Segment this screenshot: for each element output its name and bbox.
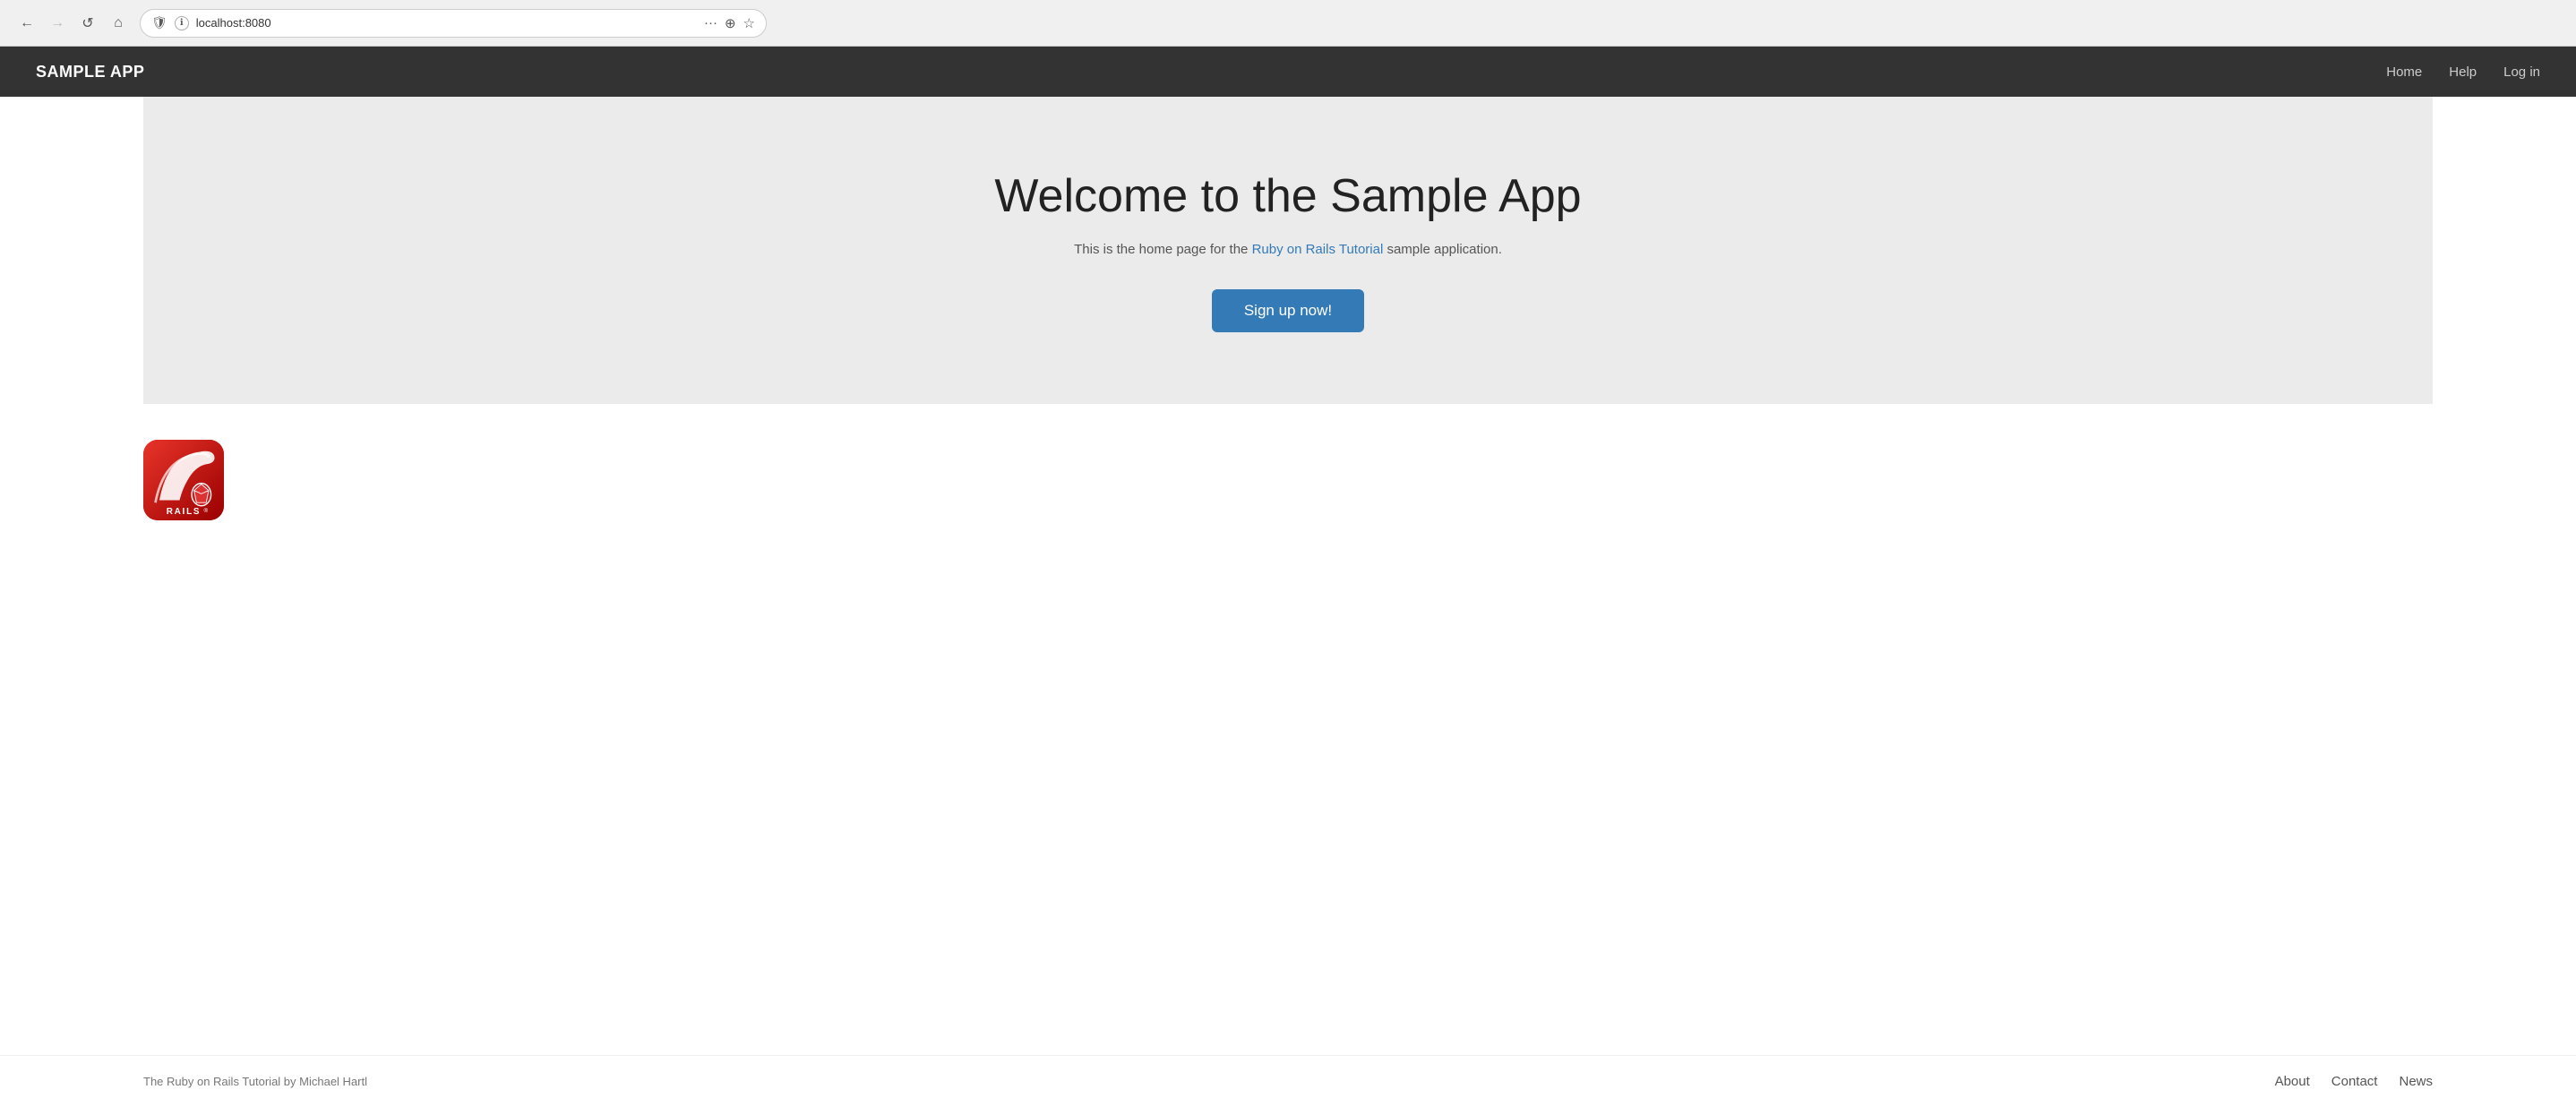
nav-home[interactable]: Home [2386,64,2422,80]
hero-subtitle-after: sample application. [1383,242,1502,257]
shield-icon: 🛡 [151,15,167,30]
home-button[interactable]: ⌂ [106,11,131,36]
content-area: RAILS ® [0,404,2576,1055]
svg-text:RAILS: RAILS [167,507,202,517]
info-icon: ℹ [175,16,189,30]
app-nav-links: Home Help Log in [2386,64,2540,80]
hero-subtitle-before: This is the home page for the [1074,242,1251,257]
app-brand[interactable]: SAMPLE APP [36,63,144,82]
footer: The Ruby on Rails Tutorial by Michael Ha… [0,1055,2576,1107]
footer-about[interactable]: About [2275,1074,2310,1089]
hero-section: Welcome to the Sample App This is the ho… [143,97,2433,404]
address-actions: ··· ⊕ ☆ [704,15,755,31]
back-button[interactable]: ← [14,11,39,36]
footer-contact[interactable]: Contact [2331,1074,2378,1089]
url-text: localhost:8080 [196,16,697,30]
footer-author-link[interactable]: Michael Hartl [299,1075,367,1088]
reload-button[interactable]: ↺ [75,11,100,36]
nav-login[interactable]: Log in [2503,64,2540,80]
browser-nav-buttons: ← → ↺ ⌂ [14,11,131,36]
footer-text-before: The Ruby on Rails Tutorial by [143,1075,299,1088]
footer-links: About Contact News [2275,1074,2433,1089]
footer-news[interactable]: News [2399,1074,2433,1089]
app-navbar: SAMPLE APP Home Help Log in [0,47,2576,97]
forward-button[interactable]: → [45,11,70,36]
footer-text: The Ruby on Rails Tutorial by Michael Ha… [143,1075,367,1088]
signup-button[interactable]: Sign up now! [1212,289,1364,332]
rails-logo: RAILS ® [143,440,224,520]
svg-text:®: ® [204,507,209,514]
rails-tutorial-link[interactable]: Ruby on Rails Tutorial [1252,242,1384,257]
address-bar[interactable]: 🛡 ℹ localhost:8080 ··· ⊕ ☆ [140,9,767,38]
hero-subtitle: This is the home page for the Ruby on Ra… [179,242,2397,257]
browser-chrome: ← → ↺ ⌂ 🛡 ℹ localhost:8080 ··· ⊕ ☆ [0,0,2576,47]
bookmark-icon[interactable]: ☆ [743,15,755,31]
nav-help[interactable]: Help [2449,64,2477,80]
hero-title: Welcome to the Sample App [179,168,2397,224]
pocket-icon[interactable]: ⊕ [725,15,736,31]
ellipsis-icon[interactable]: ··· [704,15,717,30]
